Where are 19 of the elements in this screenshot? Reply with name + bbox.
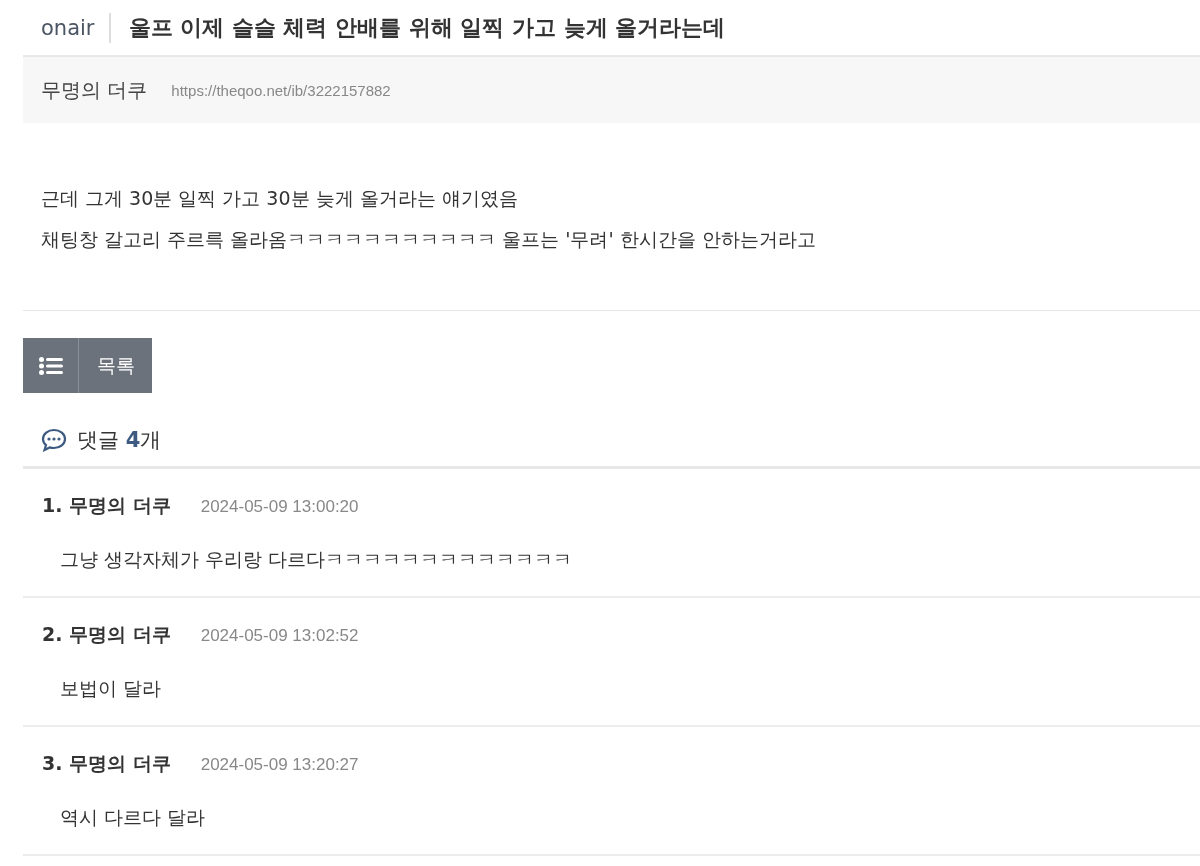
comment-icon (41, 427, 67, 452)
author-name: 무명의 더쿠 (41, 76, 148, 104)
comment-author: 2. 무명의 더쿠 (42, 622, 171, 647)
body-text: 채팅창 갈고리 주르륵 올라옴ㅋㅋㅋㅋㅋㅋㅋㅋㅋㅋㅋ 울프는 '무려' 한시간을 안하는거라고 (41, 227, 817, 252)
comment-text: 보법이 달라 (60, 676, 163, 701)
comment-count: 댓글 4개 (77, 426, 162, 454)
comment-time: 2024-05-09 13:20:27 (200, 755, 359, 775)
list-icon (38, 356, 63, 375)
comment-author: 3. 무명의 더쿠 (42, 751, 171, 776)
category-link[interactable]: onair (41, 12, 111, 43)
comment-time: 2024-05-09 13:02:52 (200, 626, 359, 646)
comment-text: 그냥 생각자체가 우리랑 다르다ㅋㅋㅋㅋㅋㅋㅋㅋㅋㅋㅋㅋㅋ (60, 547, 574, 572)
post-title: 울프 이제 슬슬 체력 안배를 위해 일찍 가고 늦게 올거라는데 (127, 13, 726, 42)
list-button[interactable]: 목록 (23, 338, 152, 393)
comment-time: 2024-05-09 13:00:20 (200, 497, 359, 517)
comment-author: 1. 무명의 더쿠 (42, 493, 171, 518)
comment-text: 역시 다르다 달라 (60, 805, 207, 830)
body-text: 근데 그게 30분 일찍 가고 30분 늦게 올거라는 얘기였음 (41, 186, 519, 211)
post-url[interactable]: https://theqoo.net/ib/3222157882 (171, 81, 391, 99)
